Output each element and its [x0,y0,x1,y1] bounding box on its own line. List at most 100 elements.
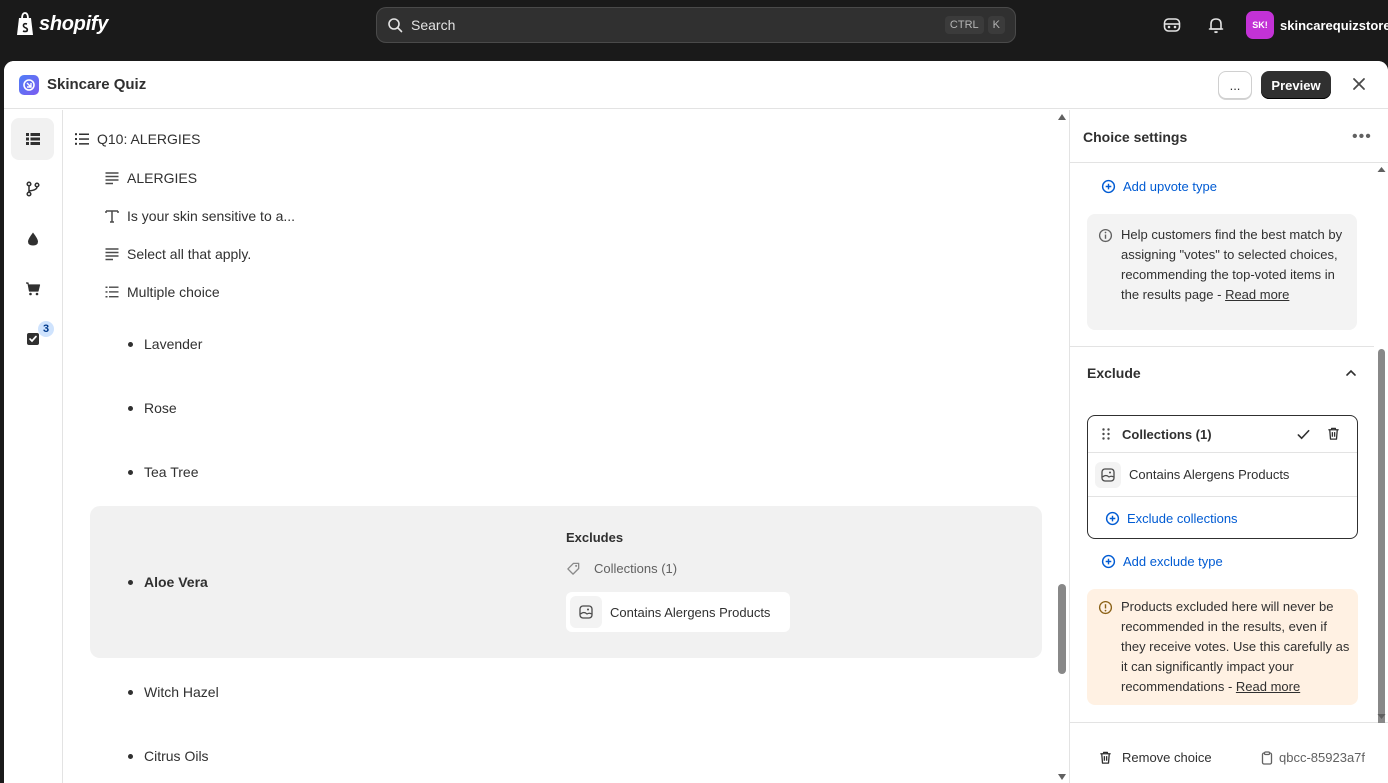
list-bullets-icon [75,133,89,145]
add-upvote-type-label: Add upvote type [1123,179,1217,194]
choice-id-copy[interactable]: qbcc-85923a7f [1260,750,1365,765]
shortcut-ctrl: CTRL [944,16,984,34]
close-icon[interactable] [1350,75,1368,93]
more-actions-button[interactable]: ... [1218,71,1252,99]
collections-card-title: Collections (1) [1122,427,1212,442]
plus-circle-icon [1105,511,1120,526]
warning-read-more-link[interactable]: Read more [1236,679,1300,694]
trash-icon [1100,751,1111,764]
selected-choice-block[interactable]: Aloe Vera Excludes Collections (1) Conta… [90,506,1042,658]
tree-heading-label: ALERGIES [127,170,198,186]
image-icon [1101,467,1115,482]
add-exclude-type-button[interactable]: Add exclude type [1101,554,1223,569]
panel-header: Choice settings ••• [1070,110,1388,163]
collection-thumbnail [1095,461,1121,488]
branch-icon [25,181,40,197]
choice-item[interactable]: Lavender [128,336,202,352]
tag-icon [567,562,580,575]
store-menu[interactable]: SK! skincarequizstore [1246,11,1388,39]
bullet [128,469,133,475]
app-logo-icon [19,75,39,95]
collection-list-item[interactable]: Contains Alergens Products [1088,453,1357,497]
choice-item[interactable]: Rose [128,400,177,416]
checkmark-icon[interactable] [1296,427,1311,442]
drag-handle-icon[interactable] [1100,427,1112,441]
top-bar: shopify Search CTRL K SK! skincarequizst… [0,0,1388,53]
search-icon [388,18,403,33]
panel-title: Choice settings [1083,129,1188,145]
clipboard-icon [1261,750,1273,765]
remove-choice-button[interactable]: Remove choice [1098,750,1212,765]
choice-item[interactable]: Tea Tree [128,464,198,480]
text-lines-icon [105,248,119,261]
exclude-warning-text: Products excluded here will never be rec… [1121,597,1353,697]
title-bar: Skincare Quiz ... Preview [4,61,1388,109]
panel-scrollbar[interactable] [1374,163,1388,723]
exclude-warning-box: Products excluded here will never be rec… [1087,589,1358,705]
image-icon [579,605,593,619]
question-tree: Q10: ALERGIES ALERGIES Is your skin sens… [64,110,1068,783]
search-bar[interactable]: Search CTRL K [376,7,1016,43]
rail-branch-button[interactable] [11,168,54,210]
trash-icon[interactable] [1326,426,1341,441]
add-upvote-type-button[interactable]: Add upvote type [1101,179,1217,194]
bell-icon[interactable] [1206,15,1226,35]
plus-circle-icon [1101,554,1116,569]
choice-label: Lavender [144,336,203,352]
store-avatar: SK! [1246,11,1274,39]
sidekick-icon[interactable] [1162,15,1182,35]
cart-icon [25,282,40,296]
upvote-info-box: Help customers find the best match by as… [1087,214,1357,330]
excludes-collections-label: Collections (1) [594,561,678,576]
collections-card-header: Collections (1) [1088,416,1357,453]
info-icon [1098,228,1113,243]
divider [1070,346,1374,347]
choice-item-selected[interactable]: Aloe Vera [128,574,208,590]
shopify-logo[interactable]: shopify [15,12,108,36]
choice-settings-panel: Choice settings ••• Add upvote type Help… [1069,110,1388,783]
exclude-collections-button[interactable]: Exclude collections [1105,511,1238,526]
excludes-collections: Collections (1) [566,561,677,576]
search-placeholder: Search [411,17,456,33]
tree-text[interactable]: Is your skin sensitive to a... [104,208,295,224]
shopify-bag-icon [17,12,33,35]
choice-item[interactable]: Witch Hazel [128,684,219,700]
preview-button[interactable]: Preview [1261,71,1331,99]
tree-text-label: Is your skin sensitive to a... [127,208,296,224]
tree-scrollbar[interactable] [1056,110,1068,783]
store-name: skincarequizstore [1280,17,1388,33]
bullet [128,689,133,695]
choice-label: Tea Tree [144,464,199,480]
panel-footer: Remove choice qbcc-85923a7f [1070,722,1388,783]
warning-icon [1098,600,1113,615]
chevron-up-icon[interactable] [1344,366,1358,380]
tree-question[interactable]: Q10: ALERGIES [74,131,201,147]
tree-heading[interactable]: ALERGIES [104,170,197,186]
plus-circle-icon [1101,179,1116,194]
choice-item[interactable]: Citrus Oils [128,748,209,764]
rail-list-button[interactable] [11,118,54,160]
shopify-wordmark: shopify [39,12,109,35]
left-rail: 3 [4,110,63,783]
read-more-link[interactable]: Read more [1225,287,1289,302]
choice-id-text: qbcc-85923a7f [1279,750,1366,765]
remove-choice-label: Remove choice [1122,750,1212,765]
excluded-collection-chip[interactable]: Contains Alergens Products [566,592,790,632]
rail-cart-button[interactable] [11,268,54,310]
choice-label: Rose [144,400,177,416]
rail-drop-button[interactable] [11,218,54,260]
rail-checklist-button[interactable]: 3 [11,318,54,360]
exclude-section-title[interactable]: Exclude [1087,365,1141,381]
tree-type[interactable]: Multiple choice [104,284,220,300]
bullet [128,579,133,585]
tree-subtext[interactable]: Select all that apply. [104,246,251,262]
add-exclude-type-label: Add exclude type [1123,554,1223,569]
upvote-info-text: Help customers find the best match by as… [1121,225,1349,305]
choice-label: Aloe Vera [144,574,208,590]
choice-label: Witch Hazel [144,684,219,700]
shortcut-k: K [987,16,1005,34]
drop-icon [27,232,38,246]
collection-name: Contains Alergens Products [1129,467,1290,482]
panel-menu-icon[interactable]: ••• [1352,128,1372,146]
checklist-icon [26,333,39,345]
